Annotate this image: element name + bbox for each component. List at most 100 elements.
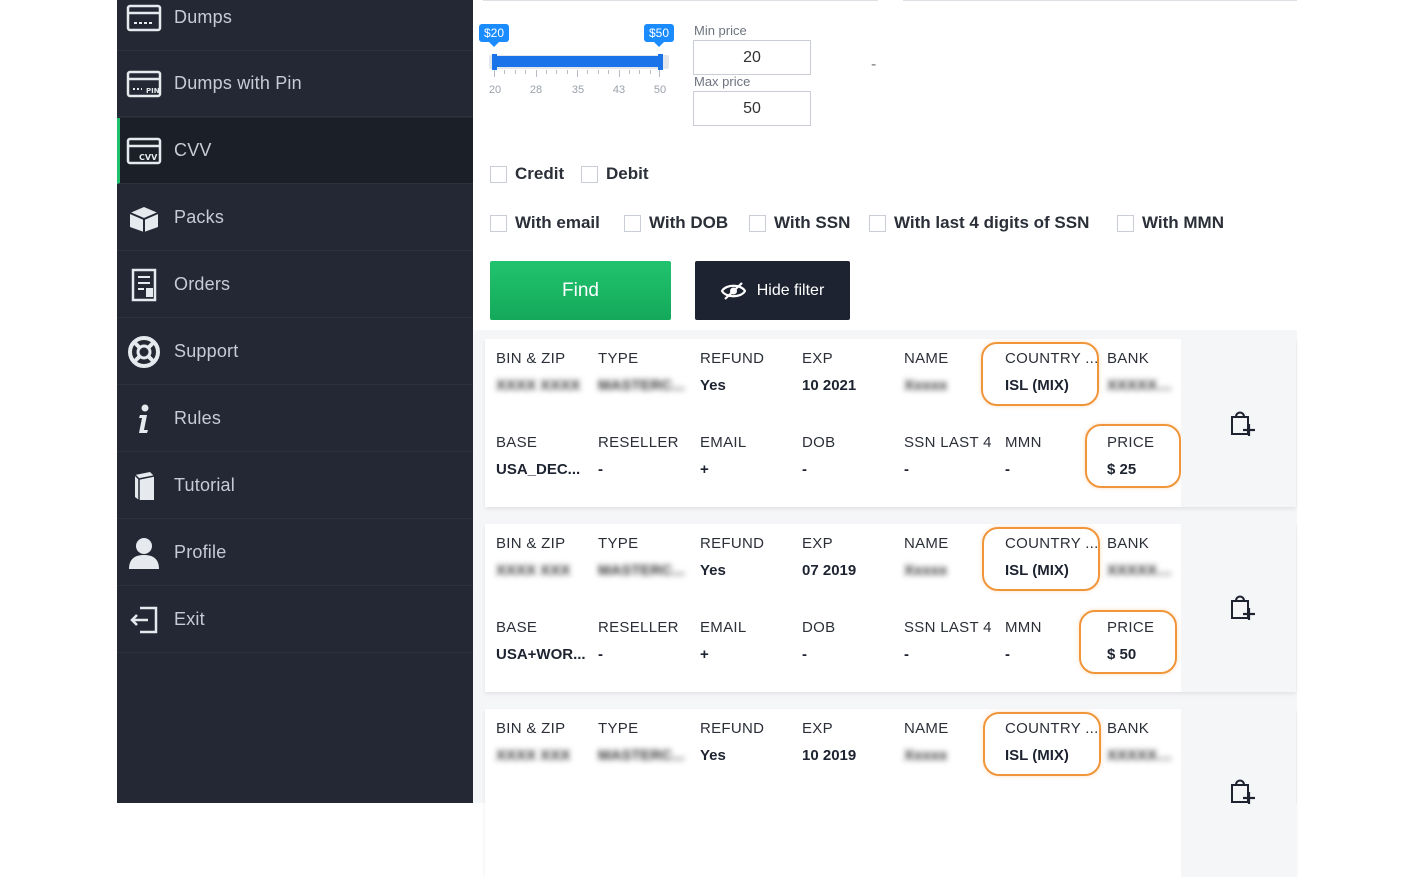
header-exp: EXP (802, 720, 833, 737)
value-refund: Yes (700, 377, 726, 394)
cell-exp: EXP 10 2021 (802, 350, 902, 394)
header-reseller: RESELLER (598, 434, 679, 451)
add-to-cart-area (1181, 339, 1296, 507)
value-base: USA+WOR... (496, 646, 586, 663)
svg-text:CVV: CVV (139, 153, 158, 162)
sidebar-item-label: Orders (174, 274, 231, 294)
checkbox-with-ssn-last4[interactable]: With last 4 digits of SSN (869, 213, 1089, 233)
checkbox-box[interactable] (869, 214, 886, 232)
value-bin: XXXX XXX (496, 562, 571, 579)
slider-max-handle[interactable] (658, 54, 663, 70)
find-button[interactable]: Find (490, 261, 671, 320)
value-type: MASTERC... (598, 747, 685, 764)
checkbox-with-mmn[interactable]: With MMN (1117, 213, 1224, 233)
checkbox-box[interactable] (490, 214, 507, 232)
sidebar-item-label: Support (174, 341, 239, 361)
sidebar-item-exit[interactable]: Exit (117, 587, 473, 653)
cell-refund: REFUND Yes (700, 350, 800, 394)
header-reseller: RESELLER (598, 619, 679, 636)
cell-bank: BANK XXXXXXX... (1107, 535, 1181, 579)
checkbox-box[interactable] (749, 214, 766, 232)
card-cvv-icon: CVV (125, 132, 163, 170)
sidebar-item-profile[interactable]: Profile (117, 520, 473, 586)
sidebar-item-label: Exit (174, 609, 205, 629)
sidebar-item-dumps[interactable]: Dumps (117, 0, 473, 51)
header-refund: REFUND (700, 720, 765, 737)
value-bank: XXXXXXX... (1107, 747, 1181, 764)
book-icon (125, 467, 163, 505)
header-bin: BIN & ZIP (496, 720, 566, 737)
checkbox-credit[interactable]: Credit (490, 164, 564, 184)
max-price-input[interactable]: 50 (693, 91, 811, 126)
value-ssn: - (904, 646, 909, 663)
add-to-cart-area (1181, 709, 1296, 877)
sidebar-item-orders[interactable]: Orders (117, 252, 473, 318)
cell-exp: EXP 10 2019 (802, 720, 902, 764)
cell-bank: BANK XXXXXXX... (1107, 350, 1181, 394)
add-to-cart-icon[interactable] (1229, 777, 1255, 805)
sidebar-item-label: Rules (174, 408, 222, 428)
value-refund: Yes (700, 562, 726, 579)
add-to-cart-icon[interactable] (1229, 593, 1255, 621)
checkbox-debit[interactable]: Debit (581, 164, 649, 184)
cell-reseller: RESELLER - (598, 434, 698, 478)
add-to-cart-area (1181, 524, 1296, 692)
header-base: BASE (496, 434, 538, 451)
slider-tick-label: 43 (612, 84, 626, 96)
slider-min-handle[interactable] (492, 54, 497, 70)
slider-max-bubble: $50 (644, 24, 675, 47)
sidebar-item-rules[interactable]: Rules (117, 386, 473, 452)
value-bin: XXXX XXXX (496, 377, 581, 394)
hide-filter-button[interactable]: Hide filter (695, 261, 850, 320)
card-dashes-icon (125, 0, 163, 37)
sidebar-item-packs[interactable]: Packs (117, 185, 473, 251)
value-type: MASTERC... (598, 562, 685, 579)
value-refund: Yes (700, 747, 726, 764)
checkbox-label: With email (515, 213, 600, 232)
main-content: $20 $50 20 28 35 43 50 Min price 20 Max … (473, 0, 1297, 877)
slider-tick-label: 28 (529, 84, 543, 96)
cell-dob: DOB - (802, 619, 902, 663)
sidebar-item-label: Packs (174, 207, 225, 227)
add-to-cart-icon[interactable] (1229, 409, 1255, 437)
min-price-input[interactable]: 20 (693, 40, 811, 75)
checkbox-with-ssn[interactable]: With SSN (749, 213, 850, 233)
value-dob: - (802, 461, 807, 478)
checkbox-box[interactable] (581, 165, 598, 183)
range-separator: - (871, 56, 877, 73)
header-bank: BANK (1107, 535, 1150, 552)
value-bank: XXXXXXX... (1107, 377, 1181, 394)
checkbox-box[interactable] (1117, 214, 1134, 232)
cell-dob: DOB - (802, 434, 902, 478)
header-bank: BANK (1107, 720, 1150, 737)
header-type: TYPE (598, 535, 639, 552)
value-reseller: - (598, 646, 603, 663)
checkbox-label: Debit (606, 164, 649, 183)
sidebar: Dumps PIN Dumps with Pin CVV CVV Packs O… (117, 0, 473, 803)
value-exp: 10 2021 (802, 377, 857, 394)
result-card: BIN & ZIP XXXX XXX TYPE MASTERC... REFUND Y… (485, 709, 1296, 877)
value-bin: XXXX XXX (496, 747, 571, 764)
info-icon (125, 400, 163, 438)
checkbox-label: Credit (515, 164, 565, 183)
checkbox-box[interactable] (624, 214, 641, 232)
sidebar-item-cvv[interactable]: CVV CVV (117, 118, 473, 184)
checkbox-box[interactable] (490, 165, 507, 183)
max-price-label: Max price (694, 74, 751, 89)
cell-email: EMAIL + (700, 619, 800, 663)
cell-bank: BANK XXXXXXX... (1107, 720, 1181, 764)
card-pin-icon: PIN (125, 65, 163, 103)
slider-tick-label: 20 (488, 84, 502, 96)
checkbox-label: With MMN (1142, 213, 1224, 232)
checkbox-with-dob[interactable]: With DOB (624, 213, 728, 233)
sidebar-item-support[interactable]: Support (117, 319, 473, 385)
sidebar-item-tutorial[interactable]: Tutorial (117, 453, 473, 519)
cell-type: TYPE MASTERC... (598, 720, 698, 764)
cell-base: BASE USA+WOR... (496, 619, 596, 663)
value-bank: XXXXXXX... (1107, 562, 1181, 579)
result-card: BIN & ZIP XXXX XXXX TYPE MASTERC... REFUND… (485, 339, 1296, 507)
checkbox-with-email[interactable]: With email (490, 213, 600, 233)
slider-tick-label: 35 (571, 84, 585, 96)
checkbox-label: With SSN (774, 213, 851, 232)
sidebar-item-dumps-with-pin[interactable]: PIN Dumps with Pin (117, 51, 473, 117)
